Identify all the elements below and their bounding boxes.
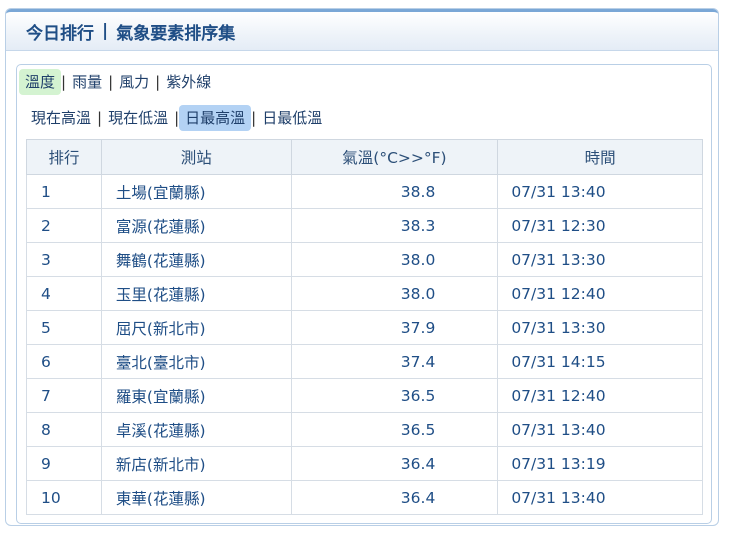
table-row: 2 富源(花蓮縣) 38.3 07/31 12:30 — [26, 208, 703, 243]
station-cell: 卓溪(花蓮縣) — [100, 412, 292, 447]
table-row: 10 東華(花蓮縣) 36.4 07/31 13:40 — [26, 480, 703, 515]
column-header-station[interactable]: 測站 — [100, 139, 292, 175]
tab-uv[interactable]: 紫外線 — [160, 69, 217, 95]
subtab-current-high[interactable]: 現在高溫 — [25, 105, 97, 131]
rank-cell: 9 — [26, 446, 102, 481]
table-row: 9 新店(新北市) 36.4 07/31 13:19 — [26, 446, 703, 481]
time-cell: 07/31 13:40 — [497, 412, 703, 447]
ranking-panel: 今日排行 | 氣象要素排序集 溫度 | 雨量 | 風力 | 紫外線 現在高溫 |… — [5, 8, 719, 526]
temperature-cell: 38.0 — [290, 276, 499, 311]
rank-cell: 7 — [26, 378, 102, 413]
rank-cell: 5 — [26, 310, 102, 345]
rank-cell: 1 — [26, 174, 102, 209]
table-row: 8 卓溪(花蓮縣) 36.5 07/31 13:40 — [26, 412, 703, 447]
station-cell: 屈尺(新北市) — [100, 310, 292, 345]
rank-cell: 10 — [26, 480, 102, 515]
time-cell: 07/31 12:30 — [497, 208, 703, 243]
temperature-cell: 37.4 — [290, 344, 499, 379]
table-row: 5 屈尺(新北市) 37.9 07/31 13:30 — [26, 310, 703, 345]
temperature-cell: 37.9 — [290, 310, 499, 345]
rank-cell: 4 — [26, 276, 102, 311]
station-cell: 新店(新北市) — [100, 446, 292, 481]
category-tabs: 溫度 | 雨量 | 風力 | 紫外線 — [19, 69, 217, 95]
station-cell: 臺北(臺北市) — [100, 344, 292, 379]
rank-cell: 2 — [26, 208, 102, 243]
subtab-daily-low[interactable]: 日最低溫 — [256, 105, 328, 131]
table-row: 4 玉里(花蓮縣) 38.0 07/31 12:40 — [26, 276, 703, 311]
table-row: 6 臺北(臺北市) 37.4 07/31 14:15 — [26, 344, 703, 379]
rank-cell: 8 — [26, 412, 102, 447]
station-cell: 舞鶴(花蓮縣) — [100, 242, 292, 277]
time-cell: 07/31 14:15 — [497, 344, 703, 379]
time-cell: 07/31 13:30 — [497, 310, 703, 345]
header-title-left: 今日排行 — [26, 23, 94, 44]
temperature-cell: 38.0 — [290, 242, 499, 277]
time-cell: 07/31 13:40 — [497, 174, 703, 209]
ranking-content: 溫度 | 雨量 | 風力 | 紫外線 現在高溫 | 現在低溫 | 日最高溫 | … — [16, 64, 712, 524]
rank-cell: 3 — [26, 242, 102, 277]
header-separator: | — [102, 21, 109, 41]
station-cell: 羅東(宜蘭縣) — [100, 378, 292, 413]
tab-temperature[interactable]: 溫度 — [19, 69, 62, 95]
station-cell: 土場(宜蘭縣) — [100, 174, 292, 209]
temperature-cell: 38.8 — [290, 174, 499, 209]
time-cell: 07/31 13:30 — [497, 242, 703, 277]
station-cell: 富源(花蓮縣) — [100, 208, 292, 243]
panel-header: 今日排行 | 氣象要素排序集 — [6, 9, 718, 51]
temperature-cell: 36.5 — [290, 378, 499, 413]
temperature-cell: 36.4 — [290, 480, 499, 515]
rank-cell: 6 — [26, 344, 102, 379]
station-cell: 玉里(花蓮縣) — [100, 276, 292, 311]
time-cell: 07/31 13:40 — [497, 480, 703, 515]
header-title-right: 氣象要素排序集 — [116, 23, 236, 44]
table-header-row: 排行 測站 氣溫(°C>>°F) 時間 — [26, 139, 703, 175]
subtab-current-low[interactable]: 現在低溫 — [102, 105, 174, 131]
tab-wind[interactable]: 風力 — [113, 69, 155, 95]
column-header-rank[interactable]: 排行 — [26, 139, 102, 175]
station-cell: 東華(花蓮縣) — [100, 480, 292, 515]
temperature-cell: 36.5 — [290, 412, 499, 447]
ranking-table: 排行 測站 氣溫(°C>>°F) 時間 1 土場(宜蘭縣) 38.8 07/31… — [26, 139, 703, 515]
time-cell: 07/31 13:19 — [497, 446, 703, 481]
table-row: 7 羅東(宜蘭縣) 36.5 07/31 12:40 — [26, 378, 703, 413]
subtab-daily-high[interactable]: 日最高溫 — [179, 105, 252, 131]
temperature-cell: 36.4 — [290, 446, 499, 481]
table-row: 3 舞鶴(花蓮縣) 38.0 07/31 13:30 — [26, 242, 703, 277]
tab-rainfall[interactable]: 雨量 — [66, 69, 108, 95]
time-cell: 07/31 12:40 — [497, 378, 703, 413]
sub-tabs: 現在高溫 | 現在低溫 | 日最高溫 | 日最低溫 — [25, 105, 328, 131]
time-cell: 07/31 12:40 — [497, 276, 703, 311]
column-header-time[interactable]: 時間 — [497, 139, 703, 175]
column-header-temperature[interactable]: 氣溫(°C>>°F) — [290, 139, 499, 175]
temperature-cell: 38.3 — [290, 208, 499, 243]
table-row: 1 土場(宜蘭縣) 38.8 07/31 13:40 — [26, 174, 703, 209]
